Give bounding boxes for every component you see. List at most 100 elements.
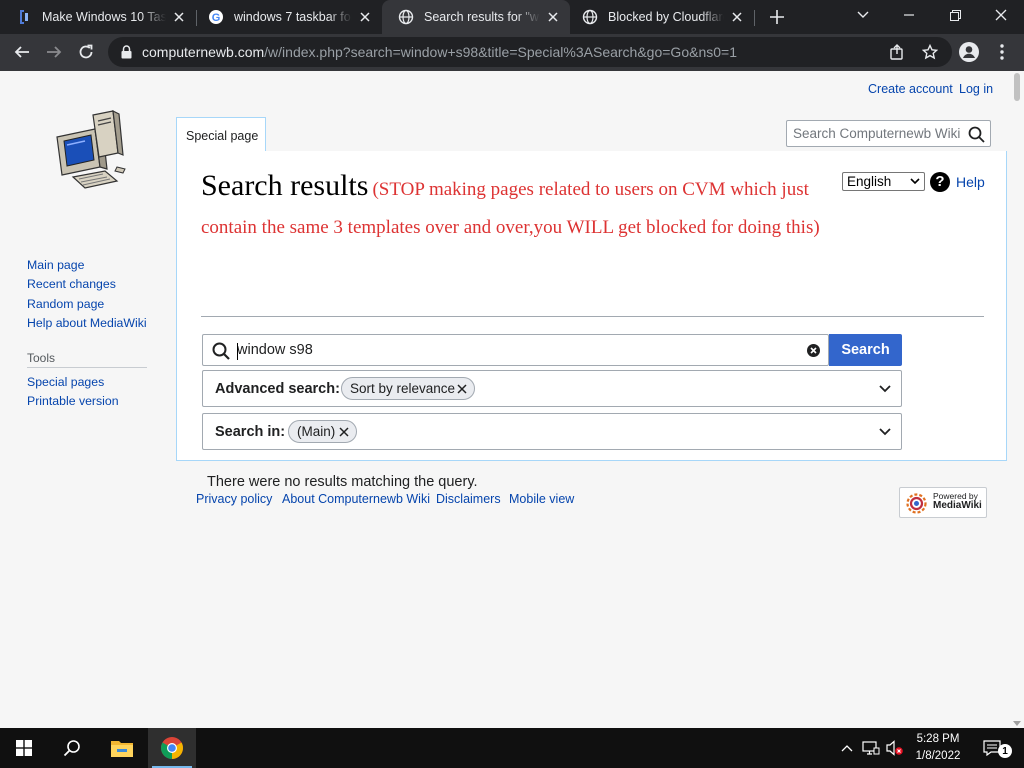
remove-chip-icon (339, 427, 349, 437)
wiki-search-input[interactable] (787, 121, 963, 146)
create-account-link[interactable]: Create account (868, 82, 953, 96)
search-button[interactable]: Search (829, 334, 902, 366)
browser-tab-strip: Make Windows 10 Taskbar G windows 7 task… (0, 0, 1024, 34)
close-icon (995, 9, 1007, 21)
footer-privacy-link[interactable]: Privacy policy (196, 492, 272, 506)
file-explorer-icon (111, 741, 133, 757)
sidebar-item-printable-version[interactable]: Printable version (27, 394, 119, 408)
chrome-taskbar-button[interactable] (148, 728, 196, 768)
globe-icon (398, 9, 414, 25)
new-tab-button[interactable] (766, 6, 788, 28)
tools-heading: Tools (27, 351, 56, 365)
share-icon[interactable] (888, 43, 906, 61)
restore-icon (949, 9, 961, 21)
taskbar-search-button[interactable] (48, 728, 96, 768)
reload-button[interactable] (72, 38, 100, 66)
forward-arrow-icon (47, 46, 62, 58)
advanced-search-label: Advanced search: (215, 381, 340, 397)
kebab-menu-icon (1000, 44, 1004, 60)
help-icon[interactable]: ? (930, 172, 950, 192)
address-bar[interactable]: computernewb.com/w/index.php?search=wind… (108, 37, 952, 67)
scroll-down-arrow[interactable] (1013, 721, 1021, 726)
profile-avatar[interactable] (955, 38, 983, 66)
scrollbar-thumb[interactable] (1014, 73, 1020, 101)
tab-special-page[interactable]: Special page (176, 117, 266, 152)
back-button[interactable] (8, 38, 36, 66)
browser-tab-active[interactable]: Search results for "window s98" (382, 0, 570, 34)
volume-tray-button[interactable] (886, 739, 904, 757)
sidebar-item-help[interactable]: Help about MediaWiki (27, 316, 147, 330)
search-in-label: Search in: (215, 424, 286, 440)
reload-icon (79, 44, 93, 59)
tab-separator (754, 10, 755, 26)
text-cursor (237, 343, 238, 360)
globe-icon (582, 9, 598, 25)
start-icon (16, 740, 32, 756)
sidebar-item-random-page[interactable]: Random page (27, 297, 104, 311)
site-logo[interactable] (45, 107, 135, 197)
remove-chip-icon (457, 384, 467, 394)
footer-mobile-view-link[interactable]: Mobile view (509, 492, 574, 506)
browser-menu-button[interactable] (988, 38, 1016, 66)
sidebar-item-special-pages[interactable]: Special pages (27, 375, 104, 389)
language-select[interactable]: English (842, 172, 925, 191)
advanced-search-panel[interactable]: Advanced search: Sort by relevance (202, 370, 902, 407)
chevron-down-icon (857, 11, 869, 18)
file-explorer-button[interactable] (98, 728, 146, 768)
search-in-panel[interactable]: Search in: (Main) (202, 413, 902, 450)
back-arrow-icon (14, 46, 29, 58)
volume-muted-icon (886, 740, 903, 756)
search-query-input[interactable]: window s98 (237, 342, 313, 358)
taskbar-clock[interactable]: 5:28 PM 1/8/2022 (906, 731, 970, 765)
start-button[interactable] (0, 728, 48, 768)
browser-tab[interactable]: Make Windows 10 Taskbar (0, 0, 196, 34)
chevron-down-icon (879, 428, 891, 436)
close-tab-icon[interactable] (170, 8, 188, 26)
svg-text:G: G (212, 12, 221, 24)
search-icon (63, 740, 80, 757)
main-content: English ? Help Search results (STOP maki… (176, 151, 1007, 490)
browser-tab[interactable]: Blocked by Cloudflare (566, 0, 754, 34)
sidebar-item-recent-changes[interactable]: Recent changes (27, 277, 116, 291)
page-viewport: Create account Log in Main page Recent c… (0, 71, 1024, 728)
search-query-field[interactable]: window s98 (202, 334, 829, 366)
search-icon[interactable] (968, 126, 985, 143)
page-scrollbar[interactable] (1010, 71, 1024, 728)
powered-by-mediawiki-badge[interactable]: Powered by MediaWiki (899, 487, 987, 518)
footer-about-link[interactable]: About Computernewb Wiki (282, 492, 430, 506)
chevron-up-icon (841, 745, 853, 752)
windows-taskbar: 5:28 PM 1/8/2022 1 (0, 728, 1024, 768)
google-icon: G (208, 9, 224, 25)
close-tab-icon[interactable] (356, 8, 374, 26)
lock-icon[interactable] (121, 45, 132, 64)
divider (27, 367, 147, 368)
close-tab-icon[interactable] (544, 8, 562, 26)
chrome-icon (161, 737, 183, 759)
clear-search-icon[interactable] (807, 344, 820, 357)
log-in-link[interactable]: Log in (959, 82, 993, 96)
page-title: Search results (STOP making pages relate… (201, 167, 841, 247)
show-hidden-icons-button[interactable] (838, 739, 856, 757)
close-tab-icon[interactable] (728, 8, 746, 26)
tab-search-button[interactable] (840, 0, 886, 30)
browser-tab[interactable]: G windows 7 taskbar for windows 10 (192, 0, 382, 34)
help-link[interactable]: Help (956, 174, 985, 190)
sidebar-item-main-page[interactable]: Main page (27, 258, 84, 272)
sort-chip[interactable]: Sort by relevance (341, 377, 475, 400)
chevron-down-icon (879, 385, 891, 393)
profile-icon (959, 42, 979, 62)
mediawiki-flower-icon (906, 493, 927, 514)
namespace-chip[interactable]: (Main) (288, 420, 357, 443)
page-title-main: Search results (201, 169, 369, 202)
minimize-button[interactable] (886, 0, 932, 30)
bookmark-star-icon[interactable] (921, 43, 939, 61)
computer-logo-icon (56, 109, 126, 189)
restore-button[interactable] (932, 0, 978, 30)
network-tray-button[interactable] (862, 739, 880, 757)
forward-button[interactable] (40, 38, 68, 66)
url-text: computernewb.com/w/index.php?search=wind… (142, 44, 737, 60)
close-window-button[interactable] (978, 0, 1024, 30)
footer-disclaimers-link[interactable]: Disclaimers (436, 492, 501, 506)
chevron-down-icon (910, 178, 920, 185)
no-results-message: There were no results matching the query… (207, 474, 478, 490)
